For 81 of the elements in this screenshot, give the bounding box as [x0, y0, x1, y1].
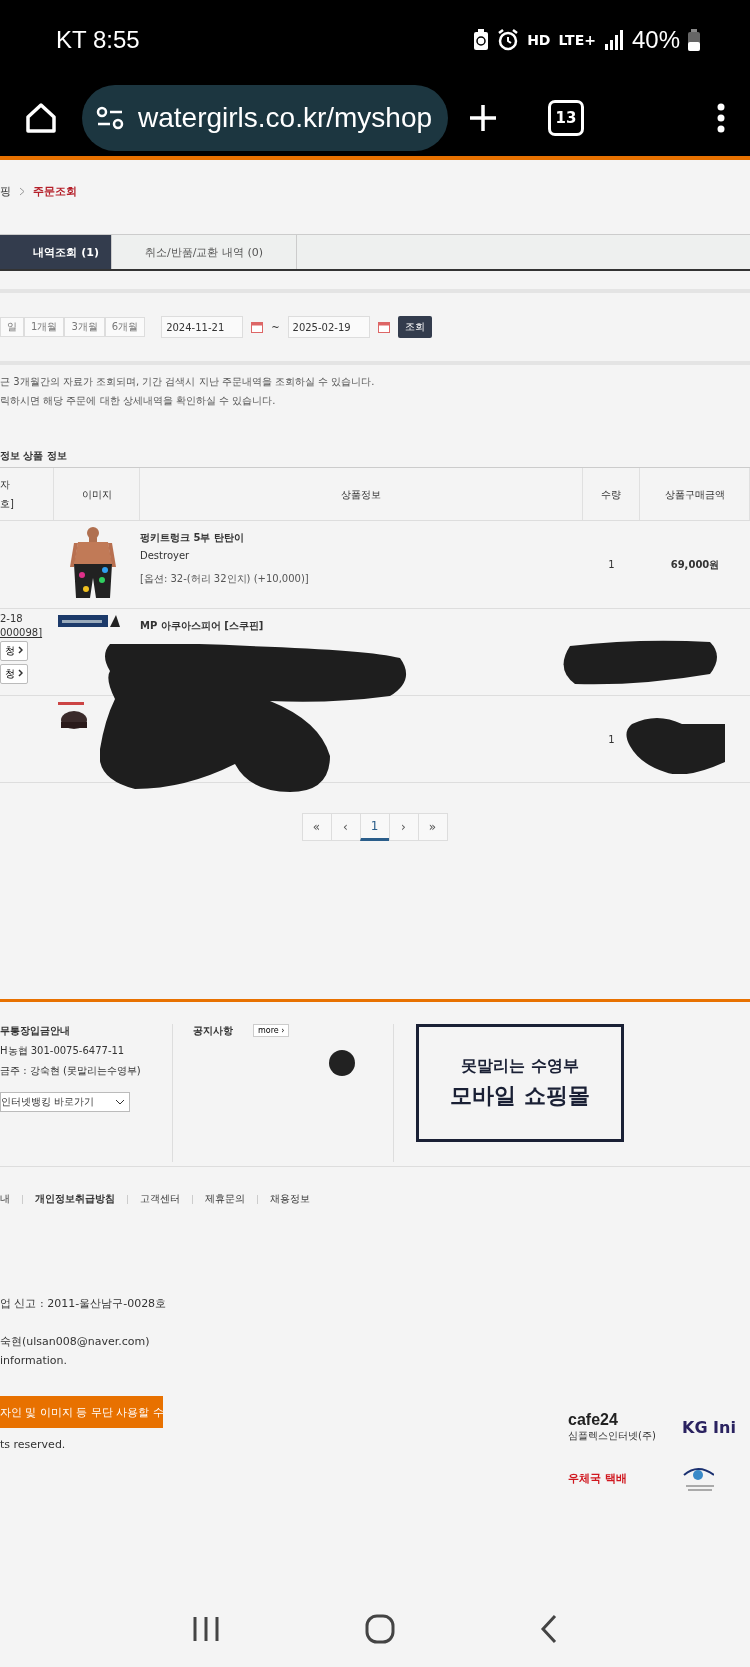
- company-info: 숙현(ulsan008@naver.com): [0, 1334, 151, 1350]
- redaction-dot: [329, 1050, 355, 1076]
- new-tab-icon[interactable]: [468, 103, 498, 133]
- company-info: information.: [0, 1354, 68, 1369]
- column-header: 상품정보: [341, 487, 381, 502]
- date-field[interactable]: 2024-11-21: [161, 316, 244, 338]
- home-button-icon[interactable]: [365, 1613, 395, 1644]
- more-button[interactable]: more ›: [253, 1024, 290, 1037]
- product-name[interactable]: MP 아쿠아스피어 [스쿠핀]: [140, 619, 583, 633]
- column-header: 호]: [0, 497, 14, 511]
- order-action-button[interactable]: 청: [0, 641, 28, 661]
- kg-logo[interactable]: KG Ini: [682, 1417, 746, 1437]
- notice-title: 공지사항: [193, 1024, 233, 1038]
- page-button[interactable]: 1: [359, 813, 390, 841]
- signal-icon: [603, 30, 624, 50]
- dropdown-caret-icon: [115, 1099, 125, 1105]
- footer-link[interactable]: 내: [0, 1192, 10, 1206]
- page-button[interactable]: »: [417, 813, 448, 841]
- order-date: 2-18: [0, 613, 24, 624]
- column-header: 상품구매금액: [664, 487, 725, 502]
- section-title: 정보 상품 정보: [0, 449, 68, 463]
- price-cell: 69,000원: [670, 557, 720, 572]
- column-header: 수량: [601, 487, 621, 502]
- breadcrumb-item[interactable]: 주문조회: [33, 183, 77, 199]
- product-brand: Destroyer: [140, 550, 191, 561]
- network-indicator: LTE+: [558, 32, 596, 48]
- calendar-icon[interactable]: [377, 321, 390, 333]
- copyright-notice-banner: 자인 및 이미지 등 무단 사용할 수: [0, 1396, 163, 1428]
- calendar-icon[interactable]: [251, 321, 264, 333]
- home-icon[interactable]: [24, 101, 58, 135]
- chevron-icon: [19, 186, 25, 196]
- footer-link[interactable]: 제휴문의: [205, 1192, 245, 1206]
- column-header: 자: [0, 478, 10, 492]
- bank-title: 무통장입금안내: [0, 1024, 71, 1038]
- hd-indicator: HD: [527, 32, 551, 48]
- tab-count-button[interactable]: 13: [548, 100, 584, 136]
- site-settings-icon[interactable]: [96, 106, 124, 130]
- breadcrumb-item[interactable]: 핑: [0, 183, 11, 199]
- bank-info: 금주 : 강숙현 (못말리는수영부): [0, 1064, 142, 1078]
- note-text: 릭하시면 해당 주문에 대한 상세내역을 확인하실 수 있습니다.: [0, 394, 277, 408]
- back-icon[interactable]: [539, 1613, 558, 1644]
- order-number-link[interactable]: 000098]: [0, 627, 54, 638]
- footer-link[interactable]: 채용정보: [270, 1192, 310, 1206]
- order-action-button[interactable]: 청: [0, 664, 28, 684]
- recent-apps-icon[interactable]: [192, 1615, 221, 1642]
- tab[interactable]: 내역조회 (1): [0, 235, 112, 269]
- footer-link[interactable]: 고객센터: [140, 1192, 180, 1206]
- quantity-cell: 1: [608, 733, 615, 745]
- period-button[interactable]: 6개월: [104, 317, 146, 337]
- product-option: [옵션: 32-(허리 32인치) (+10,000)]: [140, 572, 583, 586]
- battery-icon: [688, 29, 700, 51]
- quantity-cell: 1: [608, 559, 615, 570]
- battery-percent: 40%: [631, 26, 680, 54]
- period-button[interactable]: 일: [0, 317, 24, 337]
- footer-link[interactable]: 개인정보취급방침: [35, 1192, 115, 1206]
- period-button[interactable]: 3개월: [64, 317, 105, 337]
- company-info: 업 신고 : 2011-울산남구-0028호: [0, 1296, 167, 1312]
- alarm-icon: [497, 29, 520, 51]
- column-header: 이미지: [81, 487, 112, 502]
- range-separator: ~: [271, 321, 280, 333]
- menu-icon[interactable]: [716, 103, 726, 133]
- status-time: KT 8:55: [56, 26, 140, 54]
- mobile-mall-banner[interactable]: 못말리는 수영부 모바일 쇼핑몰: [416, 1024, 624, 1142]
- product-name[interactable]: 펑키트렁크 5부 탄탄이: [140, 531, 583, 545]
- page-button[interactable]: ‹: [330, 813, 361, 841]
- search-button[interactable]: 조회: [397, 316, 432, 338]
- period-button[interactable]: 1개월: [24, 317, 65, 337]
- address-bar[interactable]: watergirls.co.kr/myshop: [82, 85, 448, 151]
- page-button[interactable]: «: [301, 813, 332, 841]
- date-field[interactable]: 2025-02-19: [287, 316, 370, 338]
- bank-info: H농협 301-0075-6477-11: [0, 1044, 126, 1058]
- chevron-icon: [18, 646, 24, 654]
- bank-select[interactable]: 인터넷뱅킹 바로가기: [0, 1092, 130, 1112]
- note-text: 근 3개월간의 자료가 조회되며, 기간 검색시 지난 주문내역을 조회하실 수 있습니다.: [0, 375, 376, 389]
- post-delivery-logo[interactable]: 우체국 택배: [568, 1470, 678, 1486]
- battery-saver-icon: [473, 29, 490, 51]
- logo-caption: 심플렉스인터넷(주): [568, 1429, 657, 1443]
- copyright-text: ts reserved.: [0, 1438, 67, 1451]
- cafe24-logo[interactable]: cafe24: [568, 1411, 678, 1429]
- chevron-icon: [18, 669, 24, 677]
- page-button[interactable]: ›: [388, 813, 419, 841]
